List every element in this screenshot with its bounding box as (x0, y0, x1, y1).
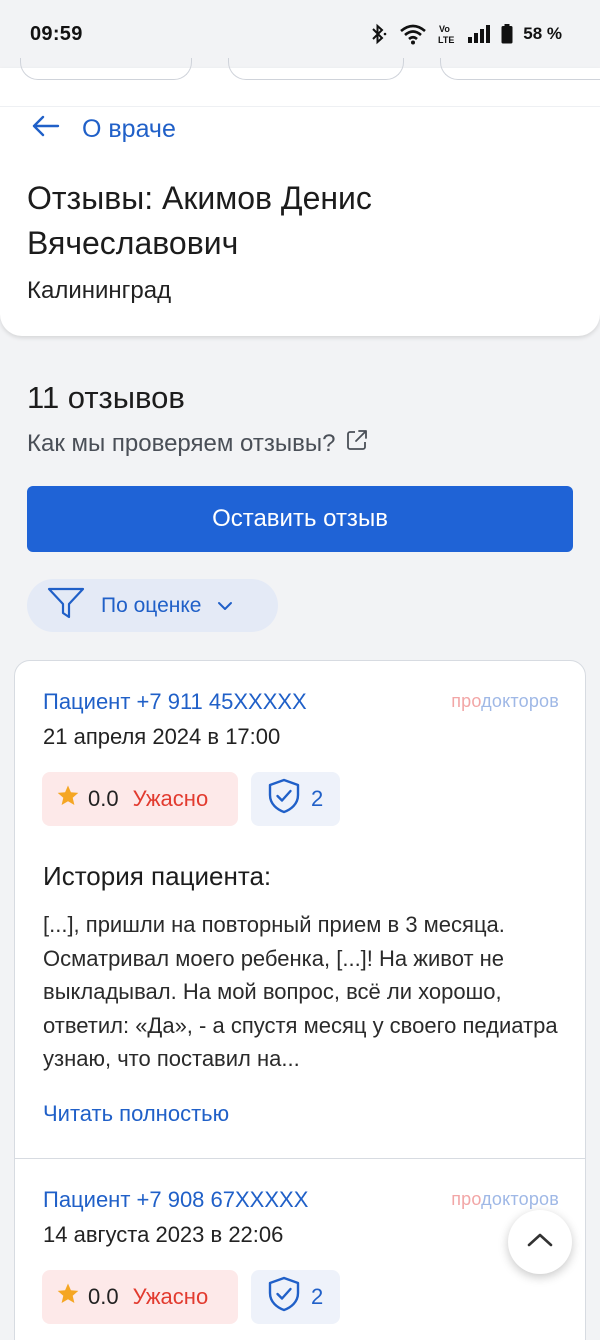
bluetooth-icon (367, 23, 389, 45)
reviews-count: 11 отзывов (27, 380, 185, 415)
verified-count: 2 (311, 786, 324, 811)
source-logo: продокторов (451, 1189, 559, 1209)
shield-check-icon (267, 1276, 301, 1318)
filter-label: По оценке (101, 593, 202, 617)
svg-text:Vo: Vo (439, 24, 450, 34)
how-we-check-link[interactable]: Как мы проверяем отзывы? (27, 428, 369, 459)
verified-badge[interactable]: 2 (251, 1270, 340, 1324)
rating-label: Ужасно (132, 1284, 209, 1309)
status-time: 09:59 (30, 22, 83, 45)
story-title: История пациента: (43, 861, 272, 891)
battery-percent: 58 % (523, 24, 562, 43)
scroll-to-top-button[interactable] (508, 1210, 572, 1274)
rating-badge: 0.0 Ужасно (42, 772, 238, 826)
review-card: Пациент +7 911 45XXXXX продокторов 21 ап… (15, 661, 585, 1159)
review-date: 14 августа 2023 в 22:06 (43, 1222, 284, 1247)
volte-icon: Vo LTE (437, 22, 457, 46)
page-title: Отзывы: Акимов Денис Вячеславович (27, 180, 372, 261)
verified-count: 2 (311, 1284, 324, 1309)
read-more-link[interactable]: Читать полностью (43, 1101, 229, 1127)
wifi-icon (399, 23, 427, 45)
star-icon (56, 784, 80, 814)
header-card: О враче Отзывы: Акимов Денис Вячеславови… (0, 58, 600, 336)
star-icon (56, 1282, 80, 1312)
chevron-up-icon (527, 1232, 553, 1253)
rating-value: 0.0 (88, 786, 119, 811)
status-icons: Vo LTE 58 % (367, 22, 562, 46)
shield-check-icon (267, 778, 301, 820)
review-date: 21 апреля 2024 в 17:00 (43, 724, 281, 749)
header-divider (0, 106, 600, 107)
signal-icon (467, 24, 491, 44)
arrow-left-icon (30, 114, 60, 145)
rating-value: 0.0 (88, 1284, 119, 1309)
review-card: Пациент +7 908 67XXXXX продокторов 14 ав… (15, 1159, 585, 1340)
external-link-icon (345, 428, 369, 459)
story-text: [...], пришли на повторный прием в 3 мес… (43, 912, 558, 1071)
review-author[interactable]: Пациент +7 908 67XXXXX (43, 1187, 308, 1213)
verified-badge[interactable]: 2 (251, 772, 340, 826)
back-link[interactable]: О враче (30, 114, 176, 145)
reviews-list: Пациент +7 911 45XXXXX продокторов 21 ап… (14, 660, 586, 1340)
chevron-down-icon (217, 594, 233, 618)
rating-label: Ужасно (132, 786, 209, 811)
source-logo: продокторов (451, 691, 559, 711)
how-we-check-label: Как мы проверяем отзывы? (27, 429, 336, 457)
rating-filter-dropdown[interactable]: По оценке (27, 579, 278, 632)
top-chip-partial[interactable] (20, 58, 192, 80)
leave-review-button[interactable]: Оставить отзыв (27, 486, 573, 552)
battery-icon (501, 24, 513, 44)
back-link-label: О враче (82, 115, 176, 143)
top-chip-partial[interactable] (440, 58, 600, 80)
review-author[interactable]: Пациент +7 911 45XXXXX (43, 689, 307, 715)
rating-badge: 0.0 Ужасно (42, 1270, 238, 1324)
top-chip-partial[interactable] (228, 58, 404, 80)
city-label: Калининград (27, 277, 172, 304)
filter-icon (47, 586, 85, 626)
svg-text:LTE: LTE (438, 35, 454, 45)
